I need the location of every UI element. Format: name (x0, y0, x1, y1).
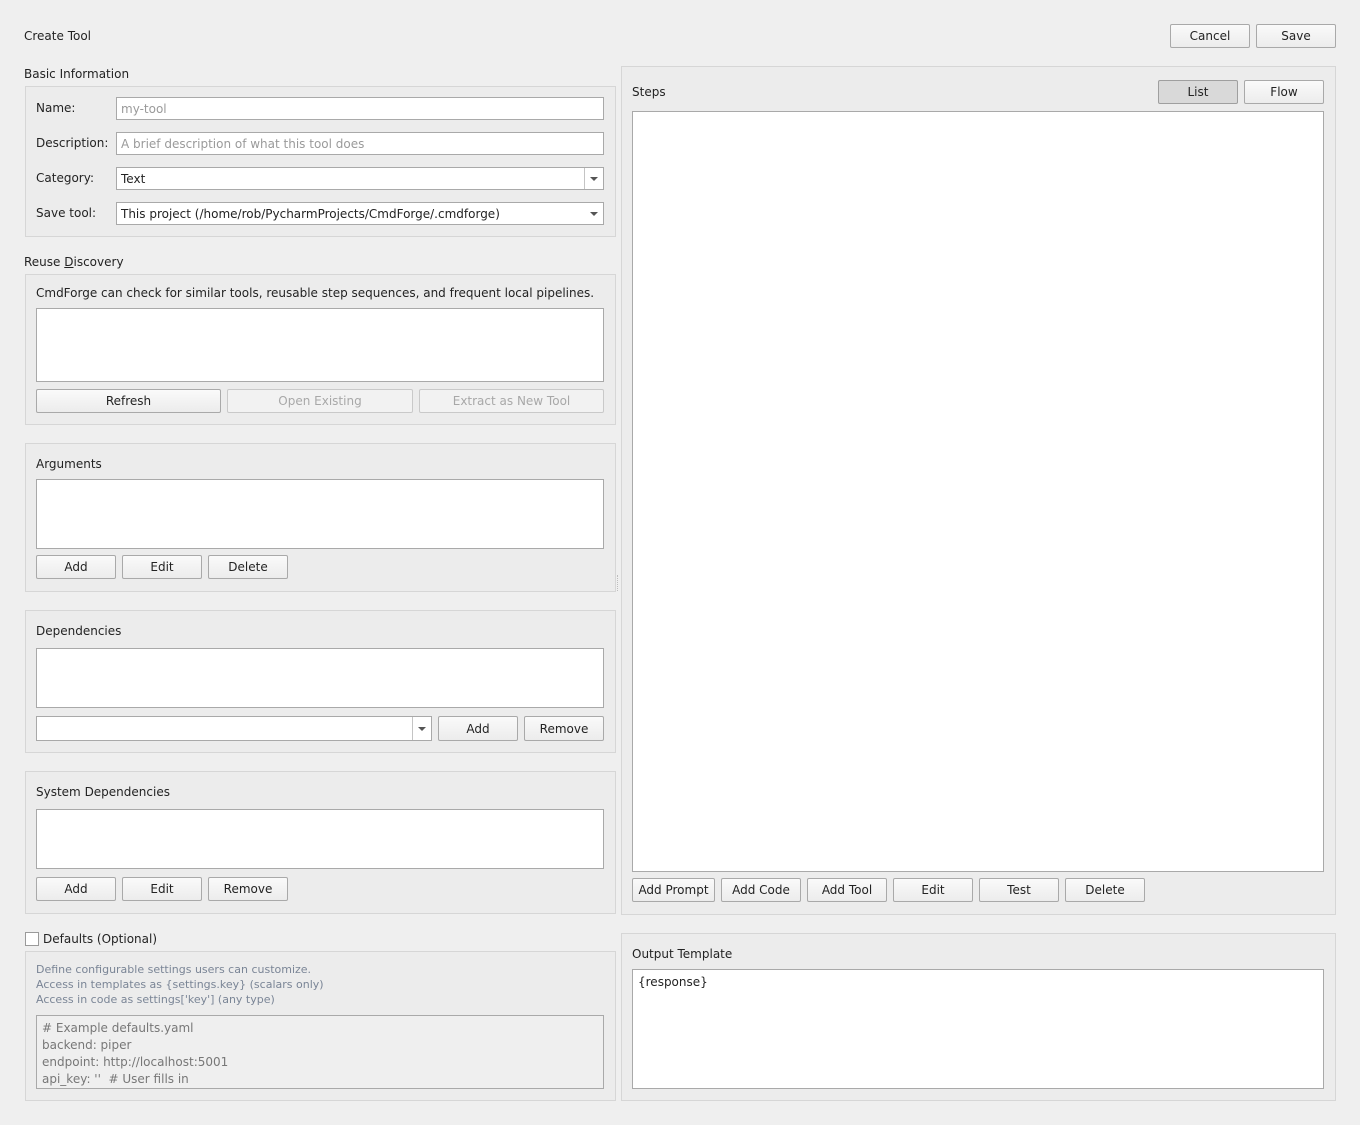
add-code-button[interactable]: Add Code (721, 878, 801, 902)
save-tool-label: Save tool: (36, 206, 97, 220)
chevron-down-icon[interactable] (584, 203, 603, 224)
extract-as-new-tool-button[interactable]: Extract as New Tool (419, 389, 604, 413)
splitter-handle[interactable] (617, 575, 619, 591)
edit-system-dependency-button[interactable]: Edit (122, 877, 202, 901)
defaults-hint-line1: Define configurable settings users can c… (36, 963, 312, 976)
output-template-title: Output Template (632, 947, 733, 961)
arguments-list[interactable] (36, 479, 604, 549)
open-existing-button[interactable]: Open Existing (227, 389, 413, 413)
output-template-editor[interactable]: {response} (632, 969, 1324, 1089)
category-value: Text (121, 171, 146, 186)
system-dependencies-list[interactable] (36, 809, 604, 869)
system-dependencies-title: System Dependencies (36, 785, 170, 799)
refresh-button[interactable]: Refresh (36, 389, 221, 413)
description-label: Description: (36, 136, 109, 150)
category-label: Category: (36, 171, 94, 185)
reuse-title-mnemonic: D (64, 255, 74, 269)
dialog-title: Create Tool (24, 29, 91, 43)
list-view-toggle[interactable]: List (1158, 80, 1238, 104)
delete-step-button[interactable]: Delete (1065, 878, 1145, 902)
output-template-text: {response} (638, 975, 708, 989)
reuse-description: CmdForge can check for similar tools, re… (36, 286, 595, 300)
chevron-down-icon[interactable] (412, 717, 431, 740)
steps-list[interactable] (632, 111, 1324, 872)
defaults-checkbox[interactable] (25, 932, 39, 946)
add-dependency-button[interactable]: Add (438, 716, 518, 741)
save-button[interactable]: Save (1256, 24, 1336, 48)
defaults-yaml-editor[interactable]: # Example defaults.yaml backend: piper e… (36, 1015, 604, 1089)
steps-title: Steps (632, 85, 666, 99)
name-label: Name: (36, 101, 76, 115)
add-system-dependency-button[interactable]: Add (36, 877, 116, 901)
add-argument-button[interactable]: Add (36, 555, 116, 579)
dependencies-list[interactable] (36, 648, 604, 708)
delete-argument-button[interactable]: Delete (208, 555, 288, 579)
save-tool-combo[interactable]: This project (/home/rob/PycharmProjects/… (116, 202, 604, 225)
defaults-hint-line2: Access in templates as {settings.key} (s… (36, 978, 324, 991)
reuse-discovery-title: Reuse Discovery (24, 255, 124, 269)
name-input[interactable] (116, 97, 604, 120)
remove-dependency-button[interactable]: Remove (524, 716, 604, 741)
reuse-results-list[interactable] (36, 308, 604, 382)
save-tool-value: This project (/home/rob/PycharmProjects/… (121, 206, 500, 221)
dependency-combo[interactable] (36, 716, 432, 741)
reuse-title-start: Reuse (24, 255, 65, 269)
flow-view-toggle[interactable]: Flow (1244, 80, 1324, 104)
defaults-checkbox-label[interactable]: Defaults (Optional) (43, 932, 157, 946)
chevron-down-icon[interactable] (584, 168, 603, 189)
add-prompt-button[interactable]: Add Prompt (632, 878, 715, 902)
test-step-button[interactable]: Test (979, 878, 1059, 902)
reuse-title-end: iscovery (73, 255, 124, 269)
add-tool-button[interactable]: Add Tool (807, 878, 887, 902)
defaults-hint-line3: Access in code as settings['key'] (any t… (36, 993, 275, 1006)
basic-info-title: Basic Information (24, 67, 130, 81)
arguments-title: Arguments (36, 457, 102, 471)
dependencies-title: Dependencies (36, 624, 122, 638)
description-input[interactable] (116, 132, 604, 155)
edit-argument-button[interactable]: Edit (122, 555, 202, 579)
remove-system-dependency-button[interactable]: Remove (208, 877, 288, 901)
category-combo[interactable]: Text (116, 167, 604, 190)
cancel-button[interactable]: Cancel (1170, 24, 1250, 48)
edit-step-button[interactable]: Edit (893, 878, 973, 902)
